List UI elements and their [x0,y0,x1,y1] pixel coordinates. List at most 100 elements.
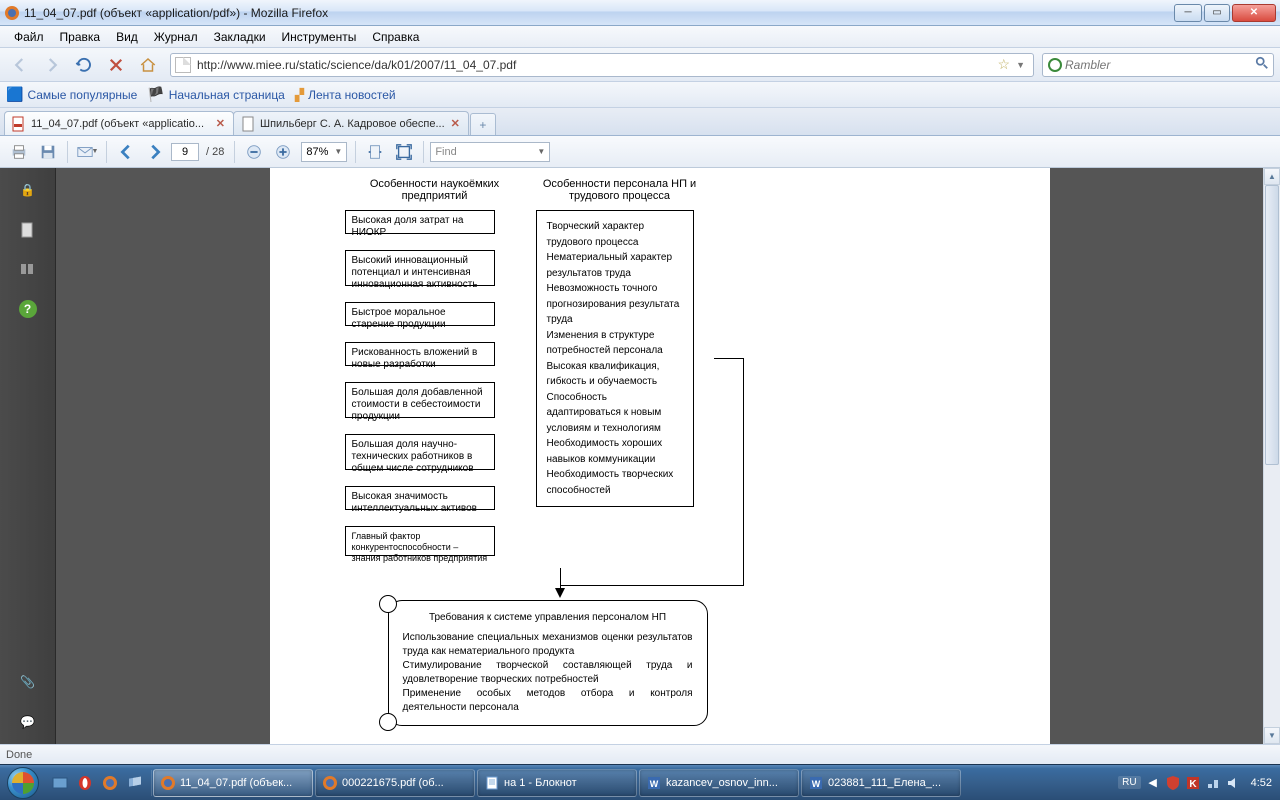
search-icon[interactable] [1255,56,1269,73]
bookmark-star-icon[interactable]: ☆ [998,56,1011,73]
svg-text:W: W [812,779,821,789]
menu-help[interactable]: Справка [364,28,427,46]
word-icon: W [808,775,824,791]
pages-icon[interactable] [18,220,38,240]
pdf-toolbar: ▼ / 28 87%▼ Find▼ [0,136,1280,168]
bookmark-news[interactable]: ▞Лента новостей [295,88,396,102]
tray-kaspersky-icon[interactable]: K [1185,775,1201,791]
rambler-icon [1047,57,1063,73]
tab-label: Шпильберг С. А. Кадровое обеспе... [260,118,445,130]
url-dropdown-icon[interactable]: ▼ [1012,60,1029,70]
maximize-button[interactable]: ▭ [1204,4,1230,22]
tray-volume-icon[interactable] [1225,775,1241,791]
tab-2[interactable]: Шпильберг С. А. Кадровое обеспе... ✕ [233,111,469,135]
scroll-up-button[interactable]: ▲ [1264,168,1280,185]
decoration-circle [379,713,397,731]
task-word-2[interactable]: W 023881_111_Елена_... [801,769,961,797]
forward-button[interactable] [38,51,66,79]
taskbar: 11_04_07.pdf (объек... 000221675.pdf (об… [0,764,1280,800]
menu-history[interactable]: Журнал [146,28,206,46]
bookmark-startpage[interactable]: 🏴Начальная страница [147,86,285,103]
scroll-track[interactable] [1264,185,1280,727]
prev-page-button[interactable] [113,139,139,165]
layers-icon[interactable] [18,260,38,280]
task-word-1[interactable]: W kazancev_osnov_inn... [639,769,799,797]
close-button[interactable]: ✕ [1232,4,1276,22]
url-input[interactable] [195,57,996,73]
flag-icon: 🏴 [147,86,164,103]
tray-shield-icon[interactable] [1165,775,1181,791]
firefox-icon [160,775,176,791]
page-input[interactable] [171,143,199,161]
menu-view[interactable]: Вид [108,28,146,46]
task-firefox-2[interactable]: 000221675.pdf (об... [315,769,475,797]
status-text: Done [6,749,32,761]
vertical-scrollbar[interactable]: ▲ ▼ [1263,168,1280,744]
url-box[interactable]: ☆ ▼ [170,53,1034,77]
lock-icon[interactable]: 🔒 [18,180,38,200]
comment-icon[interactable]: 💬 [18,712,38,732]
new-tab-button[interactable]: + [470,113,496,135]
attachment-icon[interactable]: 📎 [18,672,38,692]
menubar: Файл Правка Вид Журнал Закладки Инструме… [0,26,1280,48]
search-input[interactable] [1063,57,1255,73]
tray-network-icon[interactable] [1205,775,1221,791]
task-label: 023881_111_Елена_... [828,777,941,789]
zoom-out-button[interactable] [241,139,267,165]
menu-file[interactable]: Файл [6,28,52,46]
find-box[interactable]: Find▼ [430,142,550,162]
zoom-in-button[interactable] [270,139,296,165]
start-button[interactable] [2,766,44,800]
fit-page-button[interactable] [391,139,417,165]
connector-line [714,358,744,568]
tab-close-icon[interactable]: ✕ [449,117,462,130]
scroll-thumb[interactable] [1265,185,1279,465]
search-box[interactable] [1042,53,1274,77]
stop-button[interactable] [102,51,130,79]
chevron-down-icon: ▼ [334,147,342,156]
diagram-box-left-8: Главный фактор конкурентоспособности – з… [345,526,495,556]
task-notepad[interactable]: на 1 - Блокнот [477,769,637,797]
show-desktop-icon[interactable] [48,770,72,796]
menu-edit[interactable]: Правка [52,28,109,46]
diagram-header-left: Особенности наукоёмких предприятий [350,178,520,202]
reload-button[interactable] [70,51,98,79]
folder-icon: 🟦 [6,86,23,103]
bottom-body: Использование специальных механизмов оце… [403,631,693,715]
firefox-icon[interactable] [98,770,122,796]
minimize-button[interactable]: ─ [1174,4,1202,22]
flip3d-icon[interactable] [123,770,147,796]
print-button[interactable] [6,139,32,165]
diagram-box-left-2: Высокий инновационный потенциал и интенс… [345,250,495,286]
connector-line [560,568,744,586]
zoom-select[interactable]: 87%▼ [301,142,347,162]
diagram-box-right: Творческий характер трудового процесса Н… [536,210,694,507]
next-page-button[interactable] [142,139,168,165]
window-title: 11_04_07.pdf (объект «application/pdf») … [24,6,1174,20]
decoration-circle [379,595,397,613]
save-button[interactable] [35,139,61,165]
menu-tools[interactable]: Инструменты [274,28,365,46]
rss-icon: ▞ [295,88,304,102]
home-button[interactable] [134,51,162,79]
scroll-down-button[interactable]: ▼ [1264,727,1280,744]
task-firefox-1[interactable]: 11_04_07.pdf (объек... [153,769,313,797]
tray-chevron-icon[interactable]: ◀ [1145,775,1161,791]
back-button[interactable] [6,51,34,79]
tab-close-icon[interactable]: ✕ [214,117,227,130]
menu-bookmarks[interactable]: Закладки [206,28,274,46]
tab-1[interactable]: 11_04_07.pdf (объект «applicatio... ✕ [4,111,234,135]
diagram-header-right: Особенности персонала НП и трудового про… [530,178,710,202]
help-icon[interactable]: ? [19,300,37,318]
pdf-view[interactable]: Особенности наукоёмких предприятий Особе… [56,168,1263,744]
bookmark-popular[interactable]: 🟦Самые популярные [6,86,137,103]
language-indicator[interactable]: RU [1118,776,1140,789]
connector-line [560,568,561,590]
mail-button[interactable]: ▼ [74,139,100,165]
clock[interactable]: 4:52 [1251,777,1272,789]
opera-icon[interactable] [73,770,97,796]
pdf-page: Особенности наукоёмких предприятий Особе… [270,168,1050,744]
fit-width-button[interactable] [362,139,388,165]
diagram-box-left-6: Большая доля научно-технических работник… [345,434,495,470]
navbar: ☆ ▼ [0,48,1280,82]
